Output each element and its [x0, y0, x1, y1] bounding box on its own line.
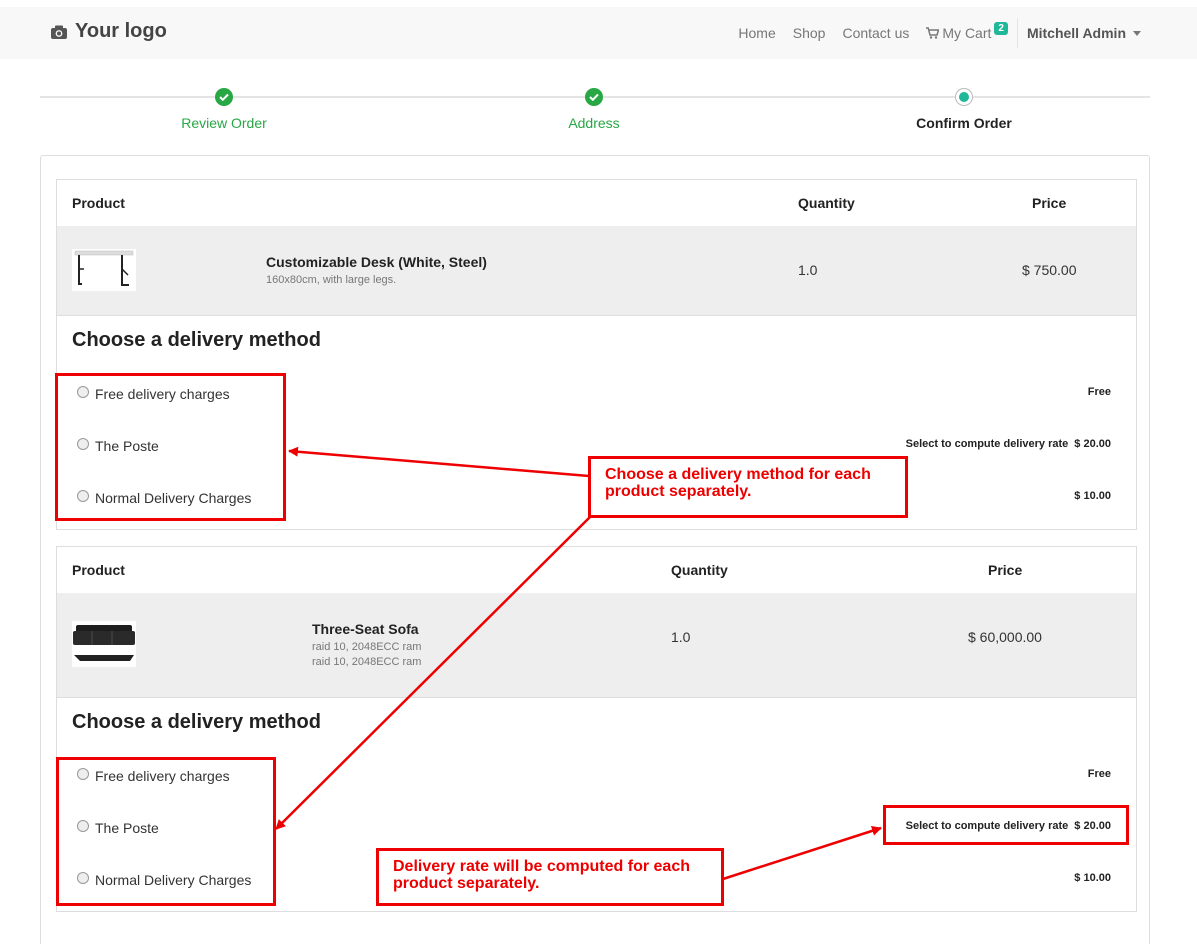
annotation-callout: Choose a delivery method for each produc… [588, 456, 908, 518]
annotation-callout: Delivery rate will be computed for each … [376, 848, 724, 906]
